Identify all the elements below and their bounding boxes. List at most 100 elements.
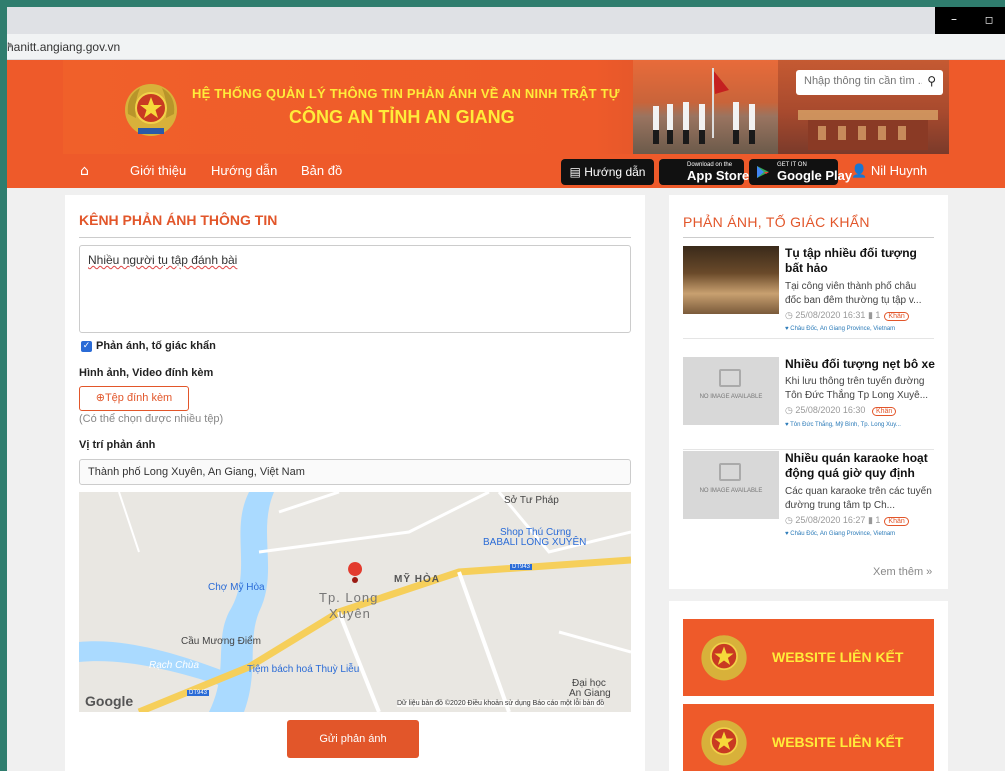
news-description: Khi lưu thông trên tuyến đường Tôn Đức T…: [785, 376, 929, 401]
map-label-my-hoa: MỸ HÒA: [394, 574, 440, 585]
menu-dot-icon[interactable]: ●: [7, 40, 1003, 51]
map-label-tiem: Tiệm bách hoá Thuỳ Liễu: [247, 664, 360, 675]
news-item[interactable]: NO IMAGE AVAILABLE Nhiều đối tượng nẹt b…: [683, 357, 935, 450]
news-time: ◷ 25/08/2020 16:31: [785, 310, 866, 320]
urgent-tag: Khẩn: [884, 517, 909, 526]
map-label-so-tu-phap: Sở Tư Pháp: [504, 495, 559, 506]
image-placeholder-icon: [719, 463, 741, 481]
police-emblem-logo: [701, 720, 747, 766]
search-icon[interactable]: ⚲: [927, 74, 936, 88]
attachment-hint: (Có thể chọn được nhiều tệp): [79, 413, 224, 425]
no-image-text: NO IMAGE AVAILABLE: [699, 394, 763, 400]
map-label-an-giang: An Giang: [569, 688, 611, 699]
website-links-banner[interactable]: WEBSITE LIÊN KẾT: [683, 619, 934, 696]
parade-photo: [633, 60, 778, 154]
nav-guide[interactable]: Hướng dẫn: [211, 163, 277, 178]
urgent-reports-heading: PHẢN ÁNH, TỐ GIÁC KHẨN: [683, 214, 870, 230]
news-time: ◷ 25/08/2020 16:27: [785, 515, 866, 525]
news-description: Các quan karaoke trên các tuyến đường tr…: [785, 486, 932, 511]
map-attribution[interactable]: Dữ liệu bản đồ ©2020 Điều khoản sử dụng …: [397, 700, 605, 707]
google-play-icon: [757, 166, 769, 178]
map-label-shop2: BABALI LONG XUYÊN: [483, 537, 587, 548]
map-label-cho-my-hoa: Chợ Mỹ Hòa: [208, 582, 265, 593]
news-item[interactable]: Tụ tập nhiều đối tượng bất hảo Tại công …: [683, 246, 935, 339]
news-location: ♥ Tôn Đức Thắng, Mỹ Bình, Tp. Long Xuy..…: [785, 422, 901, 428]
app-store-large-text: App Store: [687, 168, 750, 183]
news-meta: ◷ 25/08/2020 16:27 ▮ 1 Khẩn: [785, 515, 909, 526]
google-logo: Google: [85, 693, 134, 709]
police-emblem-logo: [125, 84, 177, 136]
no-image-text: NO IMAGE AVAILABLE: [699, 488, 763, 494]
news-thumbnail[interactable]: NO IMAGE AVAILABLE: [683, 357, 779, 425]
user-name: Nil Huynh: [870, 163, 928, 178]
site-header: HỆ THỐNG QUẢN LÝ THÔNG TIN PHẢN ÁNH VỀ A…: [7, 60, 1005, 188]
agency-title: CÔNG AN TỈNH AN GIANG: [289, 107, 515, 127]
news-thumbnail[interactable]: NO IMAGE AVAILABLE: [683, 451, 779, 519]
nav-map[interactable]: Bản đồ: [301, 163, 342, 178]
search-box[interactable]: ⚲: [796, 70, 943, 95]
google-play-badge[interactable]: GET IT ON Google Play: [749, 159, 852, 185]
report-form-panel: KÊNH PHẢN ÁNH THÔNG TIN Nhiều người tụ t…: [65, 195, 645, 771]
map-label-cau-muong-diem: Cầu Mương Điểm: [181, 636, 261, 647]
comment-count: ▮ 1: [867, 515, 881, 525]
divider: [683, 237, 934, 238]
report-content-textarea[interactable]: Nhiều người tụ tập đánh bài: [79, 245, 631, 333]
map-label-tp-long: Tp. Long: [319, 590, 379, 605]
banner: HỆ THỐNG QUẢN LÝ THÔNG TIN PHẢN ÁNH VỀ A…: [63, 60, 949, 154]
main-nav: ⌂ Giới thiệu Hướng dẫn Bản đồ ▤ Hướng dẫ…: [7, 154, 1005, 188]
news-item[interactable]: NO IMAGE AVAILABLE Nhiều quán karaoke ho…: [683, 451, 934, 543]
urgent-reports-panel: PHẢN ÁNH, TỐ GIÁC KHẨN Tụ tập nhiều đối …: [669, 195, 948, 589]
see-more-link[interactable]: Xem thêm »: [873, 566, 932, 578]
urgent-checkbox-label[interactable]: Phản ánh, tố giác khẩn: [96, 340, 216, 352]
address-bar[interactable]: hanitt.angiang.gov.vn ●: [7, 34, 1005, 60]
home-icon[interactable]: ⌂: [80, 163, 89, 179]
user-icon: 👤: [851, 163, 871, 178]
guide-button[interactable]: ▤ Hướng dẫn: [561, 159, 654, 185]
news-title[interactable]: Tụ tập nhiều đối tượng bất hảo: [785, 246, 935, 276]
urgent-checkbox[interactable]: ✓: [81, 341, 92, 352]
minimize-button[interactable]: –: [935, 7, 973, 34]
news-thumbnail[interactable]: [683, 246, 779, 314]
image-placeholder-icon: [719, 369, 741, 387]
location-label: Vị trí phản ánh: [79, 439, 156, 451]
urgent-tag: Khẩn: [871, 407, 897, 416]
news-meta: ◷ 25/08/2020 16:30 Khẩn: [785, 405, 897, 416]
news-location: ♥ Châu Đốc, An Giang Province, Vietnam: [785, 326, 896, 332]
guide-button-label: Hướng dẫn: [584, 165, 646, 179]
news-title[interactable]: Nhiều quán karaoke hoạt động quá giờ quy…: [785, 451, 935, 481]
comment-count: ▮ 1: [867, 310, 881, 320]
user-menu[interactable]: 👤 Nil Huynh: [851, 163, 927, 179]
book-icon: ▤: [569, 165, 585, 179]
divider: [79, 237, 631, 238]
location-input[interactable]: Thành phố Long Xuyên, An Giang, Việt Nam: [79, 459, 631, 485]
news-time: ◷ 25/08/2020 16:30: [785, 405, 866, 415]
divider: [683, 449, 934, 450]
title-bar: – ◻: [7, 7, 1005, 34]
system-title: HỆ THỐNG QUẢN LÝ THÔNG TIN PHẢN ÁNH VỀ A…: [192, 86, 620, 101]
map-label-rach-chua: Rạch Chùa: [149, 660, 200, 671]
divider: [683, 338, 934, 339]
map-road-dt943: DT943: [510, 564, 533, 570]
links-panel: WEBSITE LIÊN KẾT WEBSITE LIÊN KẾT: [669, 601, 948, 771]
police-emblem-logo: [701, 635, 747, 681]
website-links-label: WEBSITE LIÊN KẾT: [772, 734, 904, 750]
browser-window: – ◻ hanitt.angiang.gov.vn ● HỆ THỐNG QUẢ…: [7, 7, 1005, 771]
news-location: ♥ Châu Đốc, An Giang Province, Vietnam: [785, 531, 896, 537]
news-meta: ◷ 25/08/2020 16:31 ▮ 1 Khẩn: [785, 310, 909, 321]
map-road-dt943-b: DT943: [187, 690, 210, 696]
website-links-banner[interactable]: WEBSITE LIÊN KẾT: [683, 704, 934, 771]
attach-file-button[interactable]: ⊕Tệp đính kèm: [79, 386, 189, 411]
map-label-xuyen: Xuyên: [329, 606, 371, 621]
location-map[interactable]: Sở Tư Pháp Shop Thú Cưng BABALI LONG XUY…: [79, 492, 631, 712]
search-input[interactable]: [804, 75, 922, 87]
form-heading: KÊNH PHẢN ÁNH THÔNG TIN: [79, 212, 278, 228]
google-play-large-text: Google Play: [777, 168, 853, 183]
restore-button[interactable]: ◻: [973, 7, 1005, 34]
news-title[interactable]: Nhiều đối tượng nẹt bô xe: [785, 357, 935, 372]
website-links-label: WEBSITE LIÊN KẾT: [772, 649, 904, 665]
news-description: Tại công viên thành phố châu đốc ban đêm…: [785, 281, 922, 306]
urgent-tag: Khẩn: [884, 312, 909, 321]
nav-about[interactable]: Giới thiệu: [130, 163, 186, 178]
app-store-badge[interactable]: Download on the App Store: [659, 159, 749, 185]
submit-report-button[interactable]: Gửi phản ánh: [287, 720, 419, 758]
